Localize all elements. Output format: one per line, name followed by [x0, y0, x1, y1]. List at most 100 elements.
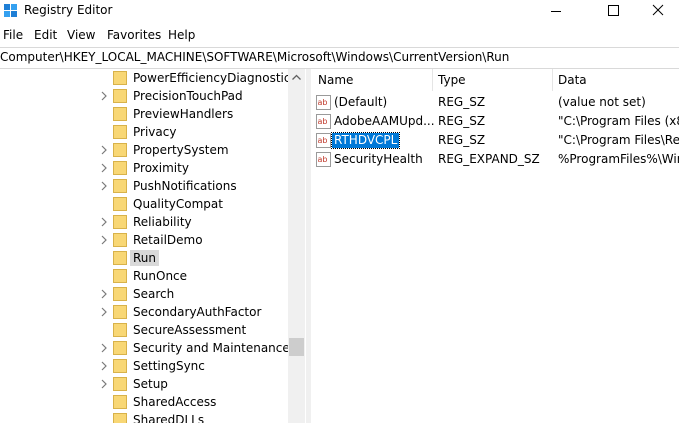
tree-item[interactable]: SharedAccess	[0, 393, 288, 411]
tree-item[interactable]: Reliability	[0, 213, 288, 231]
tree-item-label: PowerEfficiencyDiagnostics	[133, 71, 297, 85]
folder-icon	[113, 89, 127, 103]
scroll-thumb[interactable]	[289, 338, 304, 356]
tree-item-label: PreviewHandlers	[133, 107, 234, 121]
chevron-right-icon[interactable]	[99, 378, 109, 390]
value-name: AdobeAAMUpd...	[334, 114, 435, 128]
chevron-right-icon[interactable]	[99, 90, 109, 102]
tree-item-label: Setup	[133, 377, 168, 391]
column-separator[interactable]	[552, 69, 553, 91]
value-row[interactable]: abRTHDVCPL REG_SZ "C:\Program Files\Realt	[311, 131, 679, 150]
key-tree-pane[interactable]: PowerEfficiencyDiagnostics PrecisionTouch…	[0, 69, 306, 423]
folder-icon	[113, 305, 127, 319]
string-value-icon: ab	[316, 133, 331, 148]
column-header-type[interactable]: Type	[438, 69, 466, 91]
folder-icon	[113, 341, 127, 355]
folder-icon	[113, 125, 127, 139]
chevron-right-icon[interactable]	[99, 144, 109, 156]
chevron-right-icon[interactable]	[99, 288, 109, 300]
menu-edit[interactable]: Edit	[34, 28, 57, 42]
tree-item[interactable]: PreviewHandlers	[0, 105, 288, 123]
tree-item[interactable]: SecondaryAuthFactor	[0, 303, 288, 321]
menu-favorites[interactable]: Favorites	[107, 28, 161, 42]
column-header-name[interactable]: Name	[318, 69, 353, 91]
value-row[interactable]: ab SecurityHealth REG_EXPAND_SZ %ProgramFil…	[311, 150, 679, 169]
folder-icon	[113, 251, 127, 265]
tree-item[interactable]: Proximity	[0, 159, 288, 177]
tree-item-label: RetailDemo	[133, 233, 203, 247]
values-list-pane[interactable]: Name Type Data ab (Default) REG_SZ (value n…	[311, 69, 679, 423]
column-separator[interactable]	[432, 69, 433, 91]
value-type: REG_EXPAND_SZ	[438, 152, 540, 166]
folder-icon	[113, 215, 127, 229]
value-type: REG_SZ	[438, 95, 486, 109]
svg-text:ab: ab	[318, 117, 328, 126]
tree-item[interactable]: Setup	[0, 375, 288, 393]
window-title: Registry Editor	[24, 3, 113, 17]
folder-icon	[113, 359, 127, 373]
tree-item[interactable]: PowerEfficiencyDiagnostics	[0, 69, 297, 87]
value-name: RTHDVCPL	[330, 132, 401, 149]
value-data: %ProgramFiles%\Windo	[558, 152, 679, 166]
tree-item-label: QualityCompat	[133, 197, 223, 211]
close-icon	[652, 4, 664, 16]
tree-item-label: SharedDLLs	[133, 413, 205, 423]
value-type: REG_SZ	[438, 114, 486, 128]
tree-vertical-scrollbar[interactable]	[288, 69, 305, 423]
tree-item[interactable]: Security and Maintenance	[0, 339, 290, 357]
chevron-right-icon[interactable]	[99, 216, 109, 228]
maximize-button[interactable]	[591, 0, 637, 22]
svg-text:ab: ab	[318, 155, 328, 164]
tree-item-label: SettingSync	[133, 359, 205, 373]
tree-item[interactable]: RunOnce	[0, 267, 288, 285]
folder-icon	[113, 395, 127, 409]
chevron-right-icon[interactable]	[99, 342, 109, 354]
tree-item[interactable]: Privacy	[0, 123, 288, 141]
folder-icon	[113, 377, 127, 391]
tree-item[interactable]: Run	[0, 249, 288, 267]
folder-icon	[113, 197, 127, 211]
scroll-up-button[interactable]	[288, 69, 305, 86]
tree-item-label: Search	[133, 287, 175, 301]
address-bar[interactable]: Computer\HKEY_LOCAL_MACHINE\SOFTWARE\Mic…	[0, 47, 679, 69]
chevron-right-icon[interactable]	[99, 162, 109, 174]
regedit-icon	[4, 4, 17, 17]
column-header-data[interactable]: Data	[558, 69, 587, 91]
chevron-right-icon[interactable]	[99, 234, 109, 246]
value-row[interactable]: ab AdobeAAMUpd... REG_SZ "C:\Program Files …	[311, 112, 679, 131]
tree-item[interactable]: SettingSync	[0, 357, 288, 375]
tree-item[interactable]: Search	[0, 285, 288, 303]
tree-item-label: PropertySystem	[133, 143, 229, 157]
menu-bar: File Edit View Favorites Help	[0, 25, 679, 45]
tree-item[interactable]: RetailDemo	[0, 231, 288, 249]
address-path[interactable]: Computer\HKEY_LOCAL_MACHINE\SOFTWARE\Mic…	[0, 50, 509, 64]
value-data: "C:\Program Files\Realt	[558, 133, 679, 147]
tree-item-label: SecureAssessment	[133, 323, 247, 337]
tree-item[interactable]: PrecisionTouchPad	[0, 87, 288, 105]
value-data: (value not set)	[558, 95, 646, 109]
tree-item[interactable]: SharedDLLs	[0, 411, 288, 423]
tree-item[interactable]: QualityCompat	[0, 195, 288, 213]
registry-editor-window: Registry Editor File Edit View Favorites…	[0, 0, 679, 423]
chevron-right-icon[interactable]	[99, 360, 109, 372]
menu-help[interactable]: Help	[168, 28, 195, 42]
string-value-icon: ab	[316, 152, 331, 167]
value-row[interactable]: ab (Default) REG_SZ (value not set)	[311, 93, 679, 112]
folder-icon	[113, 71, 127, 85]
tree-item[interactable]: PushNotifications	[0, 177, 288, 195]
tree-item-label: PushNotifications	[133, 179, 237, 193]
value-type: REG_SZ	[438, 133, 486, 147]
tree-item[interactable]: PropertySystem	[0, 141, 288, 159]
svg-text:ab: ab	[318, 136, 328, 145]
chevron-right-icon[interactable]	[99, 306, 109, 318]
title-bar[interactable]: Registry Editor	[0, 0, 679, 22]
menu-view[interactable]: View	[67, 28, 95, 42]
close-button[interactable]	[637, 0, 679, 22]
folder-icon	[113, 287, 127, 301]
chevron-right-icon[interactable]	[99, 180, 109, 192]
tree-item[interactable]: SecureAssessment	[0, 321, 288, 339]
minimize-icon	[551, 11, 561, 12]
tree-item-label: RunOnce	[133, 269, 188, 283]
menu-file[interactable]: File	[3, 28, 23, 42]
minimize-button[interactable]	[533, 0, 579, 22]
